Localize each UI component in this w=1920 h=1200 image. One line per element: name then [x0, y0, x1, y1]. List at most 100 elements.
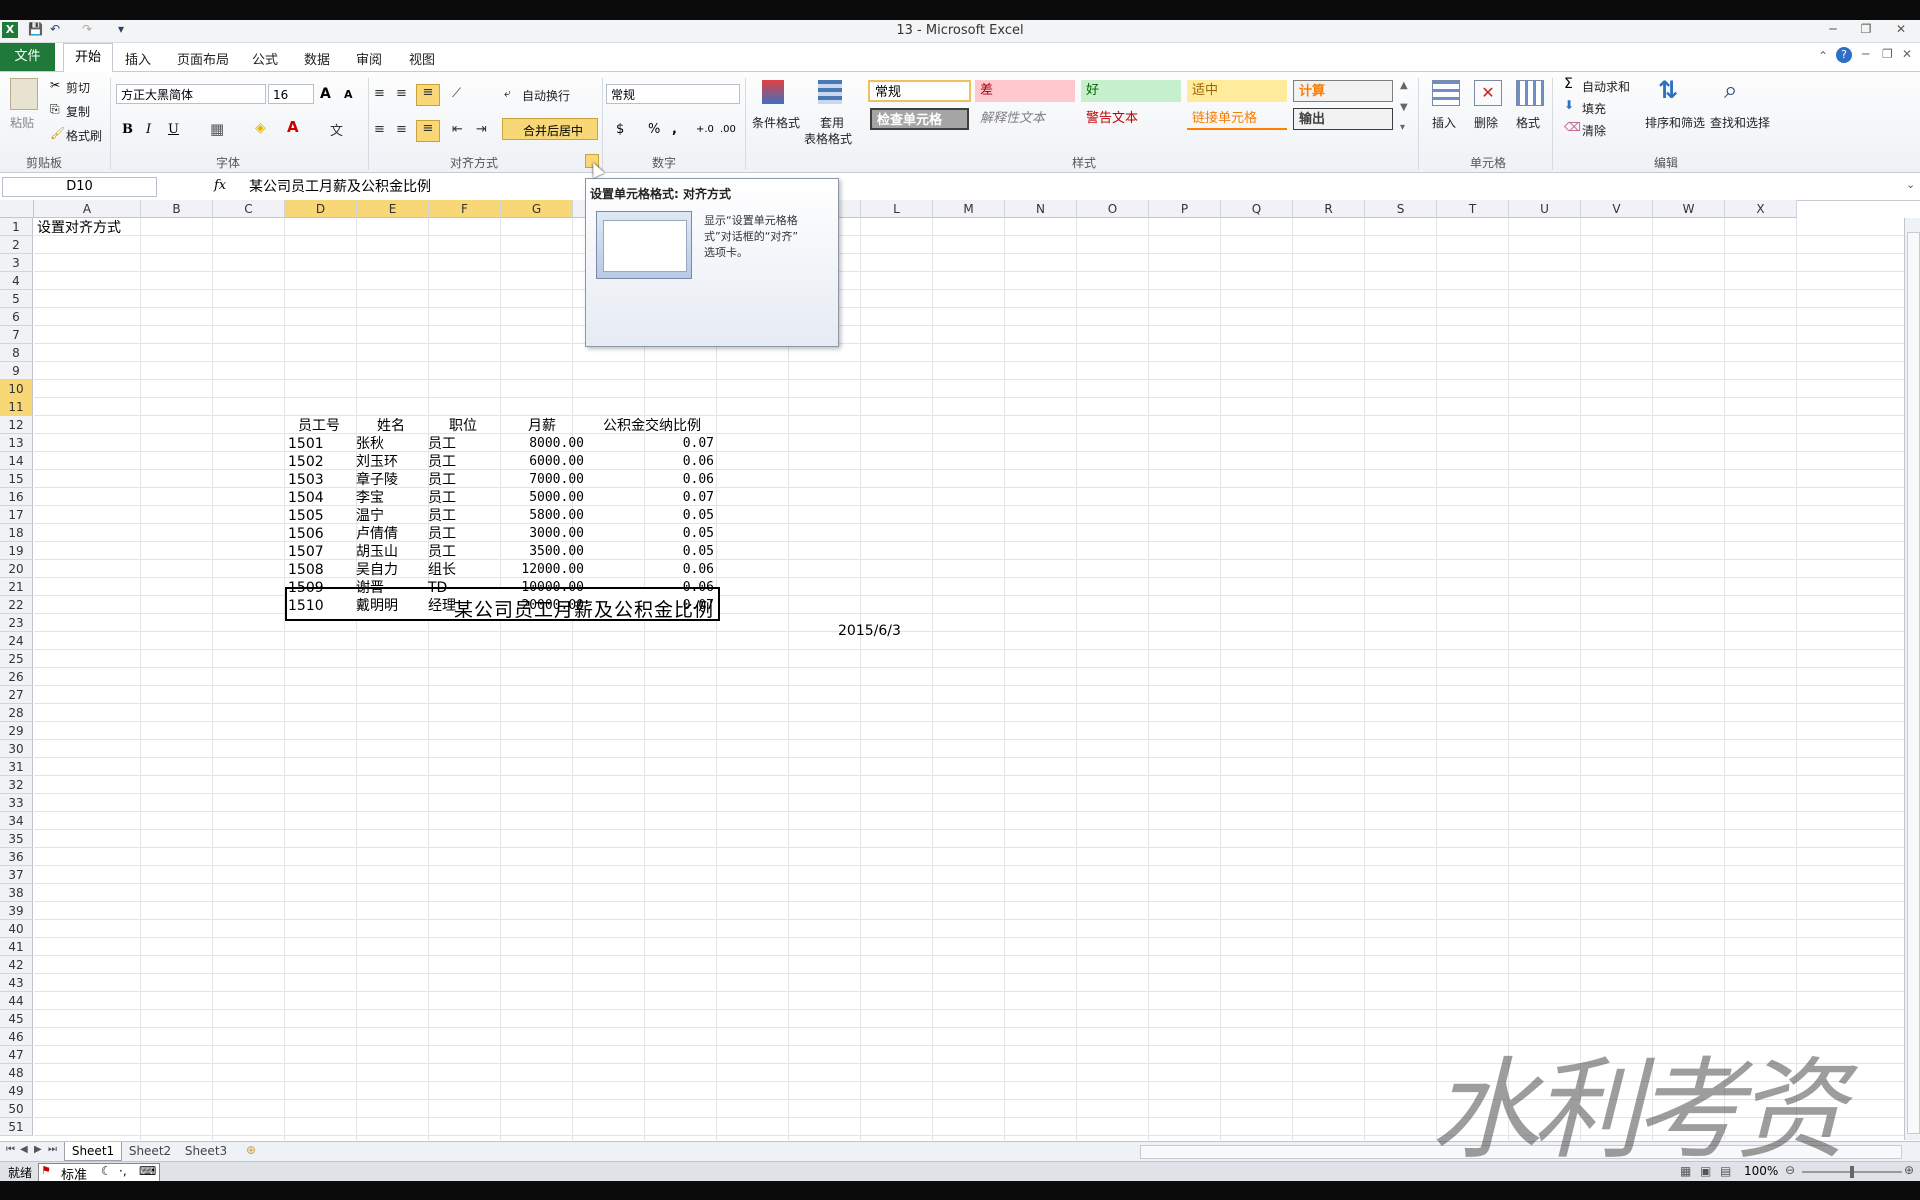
row-header-26[interactable]: 26 [0, 668, 33, 686]
tab-page-layout[interactable]: 页面布局 [177, 49, 229, 68]
row-header-5[interactable]: 5 [0, 290, 33, 308]
table-cell[interactable]: 员工 [428, 489, 498, 507]
paste-icon[interactable] [10, 78, 38, 110]
insert-sheet-icon[interactable]: ⊕ [246, 1143, 256, 1157]
row-header-41[interactable]: 41 [0, 938, 33, 956]
tab-formulas[interactable]: 公式 [252, 49, 278, 68]
column-header-b[interactable]: B [141, 200, 213, 218]
style-warning[interactable]: 警告文本 [1081, 108, 1181, 130]
table-cell[interactable]: 0.05 [590, 543, 714, 561]
column-header-u[interactable]: U [1509, 200, 1581, 218]
table-cell[interactable]: 1510 [288, 597, 350, 615]
table-header-2[interactable]: 职位 [428, 417, 498, 435]
table-cell[interactable]: 刘玉环 [356, 453, 426, 471]
table-cell[interactable]: 3000.00 [500, 525, 584, 543]
table-cell[interactable]: 1507 [288, 543, 350, 561]
row-header-23[interactable]: 23 [0, 614, 33, 632]
row-header-29[interactable]: 29 [0, 722, 33, 740]
style-bad[interactable]: 差 [975, 80, 1075, 102]
restore-button[interactable]: ❐ [1853, 22, 1879, 40]
doc-restore-icon[interactable]: ❐ [1882, 47, 1893, 61]
column-header-n[interactable]: N [1005, 200, 1077, 218]
row-header-6[interactable]: 6 [0, 308, 33, 326]
paste-button[interactable]: 粘贴 [10, 114, 34, 131]
decrease-indent-icon[interactable]: ⇤ [452, 122, 463, 137]
table-cell[interactable]: 0.07 [590, 435, 714, 453]
row-header-45[interactable]: 45 [0, 1010, 33, 1028]
row-header-38[interactable]: 38 [0, 884, 33, 902]
conditional-format-button[interactable]: 条件格式 [752, 114, 800, 131]
worksheet-grid[interactable]: ABCDEFGHIJKLMNOPQRSTUVWX 123456789101112… [0, 200, 1920, 1140]
fill-button[interactable]: 填充 [1582, 100, 1606, 117]
tab-review[interactable]: 审阅 [356, 49, 382, 68]
table-cell[interactable]: 1503 [288, 471, 350, 489]
style-neutral[interactable]: 适中 [1187, 80, 1287, 102]
table-cell[interactable]: 组长 [428, 561, 498, 579]
row-header-8[interactable]: 8 [0, 344, 33, 362]
style-calculation[interactable]: 计算 [1293, 80, 1393, 102]
sort-filter-button[interactable]: 排序和筛选 [1645, 114, 1705, 131]
formula-input[interactable]: 某公司员工月薪及公积金比例 [244, 177, 1909, 197]
zoom-in-icon[interactable]: ⊕ [1904, 1163, 1914, 1177]
prev-sheet-icon[interactable]: ◀ [20, 1144, 28, 1155]
table-cell[interactable]: 0.05 [590, 525, 714, 543]
row-header-1[interactable]: 1 [0, 218, 33, 236]
row-header-15[interactable]: 15 [0, 470, 33, 488]
table-header-0[interactable]: 员工号 [288, 417, 350, 435]
row-header-7[interactable]: 7 [0, 326, 33, 344]
borders-icon[interactable]: ▦ [210, 120, 224, 138]
close-button[interactable]: ✕ [1888, 22, 1914, 40]
table-cell[interactable]: 张秋 [356, 435, 426, 453]
column-header-e[interactable]: E [357, 200, 429, 218]
row-header-49[interactable]: 49 [0, 1082, 33, 1100]
table-cell[interactable]: 戴明明 [356, 597, 426, 615]
row-header-51[interactable]: 51 [0, 1118, 33, 1136]
percent-button[interactable]: % [648, 122, 660, 137]
first-sheet-icon[interactable]: ⏮ [6, 1144, 15, 1155]
italic-button[interactable]: I [146, 122, 151, 137]
number-format-box[interactable]: 常规 [606, 84, 740, 104]
table-cell[interactable]: 0.06 [590, 561, 714, 579]
table-cell[interactable]: 胡玉山 [356, 543, 426, 561]
row-header-27[interactable]: 27 [0, 686, 33, 704]
orientation-icon[interactable]: ⟋ [452, 86, 461, 101]
row-header-2[interactable]: 2 [0, 236, 33, 254]
collapse-ribbon-icon[interactable]: ⌃ [1818, 49, 1828, 63]
table-cell[interactable]: 1508 [288, 561, 350, 579]
align-left-icon[interactable]: ≡ [374, 122, 385, 137]
column-header-w[interactable]: W [1653, 200, 1725, 218]
table-cell[interactable]: 温宁 [356, 507, 426, 525]
styles-scroll-up-icon[interactable]: ▲ [1400, 80, 1408, 91]
table-header-1[interactable]: 姓名 [356, 417, 426, 435]
insert-function-icon[interactable]: fx [214, 178, 226, 193]
table-cell[interactable]: 3500.00 [500, 543, 584, 561]
increase-decimal-button[interactable]: +.0 [696, 124, 714, 135]
row-header-24[interactable]: 24 [0, 632, 33, 650]
column-header-v[interactable]: V [1581, 200, 1653, 218]
row-header-43[interactable]: 43 [0, 974, 33, 992]
table-cell[interactable]: 20000.00 [500, 597, 584, 615]
table-cell[interactable]: 1505 [288, 507, 350, 525]
style-linked-cell[interactable]: 链接单元格 [1187, 108, 1287, 130]
row-header-12[interactable]: 12 [0, 416, 33, 434]
bold-button[interactable]: B [122, 122, 133, 137]
row-header-35[interactable]: 35 [0, 830, 33, 848]
table-cell[interactable]: 员工 [428, 525, 498, 543]
font-size-box[interactable]: 16 [268, 84, 314, 104]
row-header-31[interactable]: 31 [0, 758, 33, 776]
find-select-button[interactable]: 查找和选择 [1710, 114, 1770, 131]
phonetic-icon[interactable]: 文 [330, 120, 343, 139]
row-header-50[interactable]: 50 [0, 1100, 33, 1118]
table-cell[interactable]: 员工 [428, 471, 498, 489]
cell-a1[interactable]: 设置对齐方式 [37, 219, 121, 237]
column-header-m[interactable]: M [933, 200, 1005, 218]
row-header-28[interactable]: 28 [0, 704, 33, 722]
row-header-30[interactable]: 30 [0, 740, 33, 758]
column-header-x[interactable]: X [1725, 200, 1797, 218]
increase-indent-icon[interactable]: ⇥ [476, 122, 487, 137]
column-header-a[interactable]: A [34, 200, 141, 218]
column-header-r[interactable]: R [1293, 200, 1365, 218]
underline-button[interactable]: U [168, 122, 179, 137]
styles-more-icon[interactable]: ▾ [1400, 122, 1405, 133]
row-header-3[interactable]: 3 [0, 254, 33, 272]
